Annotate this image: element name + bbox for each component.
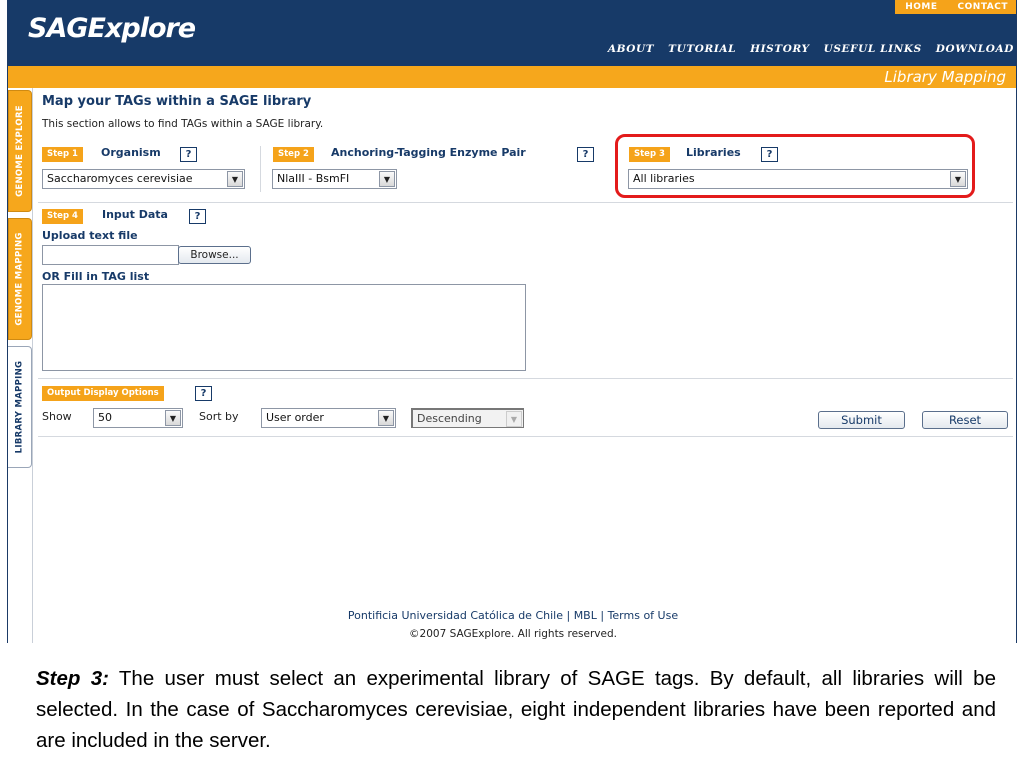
chevron-down-icon: ▼ — [506, 411, 522, 427]
chevron-down-icon: ▼ — [379, 171, 395, 187]
reset-button[interactable]: Reset — [922, 411, 1008, 429]
step4-badge: Step 4 — [42, 209, 83, 224]
input-data-label: Input Data — [102, 208, 168, 221]
enzyme-pair-select[interactable]: NlaIII - BsmFI ▼ — [272, 169, 397, 189]
browse-button[interactable]: Browse... — [178, 246, 251, 264]
footer-copyright: ©2007 SAGExplore. All rights reserved. — [409, 628, 617, 640]
tab-genome-explore-label: GENOME EXPLORE — [15, 105, 26, 197]
section-divider — [38, 202, 1013, 203]
input-data-help-icon[interactable]: ? — [189, 209, 206, 224]
show-label: Show — [42, 410, 72, 423]
output-options-badge: Output Display Options — [42, 386, 164, 401]
top-links: HOME CONTACT — [895, 0, 1016, 14]
caption-text: The user must select an experimental lib… — [36, 667, 996, 752]
organism-select[interactable]: Saccharomyces cerevisiae ▼ — [42, 169, 245, 189]
step1-badge: Step 1 — [42, 147, 83, 162]
chevron-down-icon: ▼ — [378, 410, 394, 426]
main-nav: ABOUT TUTORIAL HISTORY USEFUL LINKS DOWN… — [608, 43, 1014, 55]
section-divider — [38, 378, 1013, 379]
screenshot-frame: SAGExplore HOME CONTACT ABOUT TUTORIAL H… — [7, 0, 1017, 643]
sort-by-value: User order — [266, 411, 324, 424]
sort-order-select[interactable]: Descending ▼ — [411, 408, 524, 428]
chevron-down-icon: ▼ — [227, 171, 243, 187]
submit-button[interactable]: Submit — [818, 411, 905, 429]
contact-link[interactable]: CONTACT — [948, 0, 1016, 14]
tab-genome-mapping-label: GENOME MAPPING — [15, 232, 26, 326]
section-divider — [38, 436, 1013, 437]
enzyme-pair-select-value: NlaIII - BsmFI — [277, 172, 350, 185]
footer-link-terms[interactable]: Terms of Use — [608, 609, 679, 622]
site-logo[interactable]: SAGExplore — [28, 13, 196, 44]
page-title: Map your TAGs within a SAGE library — [42, 94, 312, 109]
footer-link-university[interactable]: Pontificia Universidad Católica de Chile — [348, 609, 563, 622]
home-link[interactable]: HOME — [895, 0, 947, 14]
step3-highlight-box — [615, 134, 975, 198]
tag-list-textarea[interactable] — [42, 284, 526, 371]
sort-order-value: Descending — [417, 412, 482, 425]
step2-badge: Step 2 — [273, 147, 314, 162]
nav-tutorial[interactable]: TUTORIAL — [668, 43, 736, 55]
tab-genome-mapping[interactable]: GENOME MAPPING — [8, 218, 32, 340]
nav-about[interactable]: ABOUT — [608, 43, 654, 55]
organism-label: Organism — [101, 146, 161, 159]
footer-links: Pontificia Universidad Católica de Chile… — [8, 609, 1016, 622]
fill-tag-label: OR Fill in TAG list — [42, 270, 150, 283]
sort-by-label: Sort by — [199, 410, 239, 423]
nav-download[interactable]: DOWNLOAD — [936, 43, 1014, 55]
site-header: SAGExplore HOME CONTACT ABOUT TUTORIAL H… — [8, 0, 1016, 66]
slide-caption: Step 3: The user must select an experime… — [36, 663, 996, 756]
organism-select-value: Saccharomyces cerevisiae — [47, 172, 193, 185]
show-count-value: 50 — [98, 411, 112, 424]
show-count-select[interactable]: 50 ▼ — [93, 408, 183, 428]
output-help-icon[interactable]: ? — [195, 386, 212, 401]
tab-strip-divider — [32, 88, 33, 643]
organism-help-icon[interactable]: ? — [180, 147, 197, 162]
enzyme-help-icon[interactable]: ? — [577, 147, 594, 162]
tab-library-mapping-label: LIBRARY MAPPING — [14, 360, 25, 454]
step-divider — [260, 146, 261, 192]
enzyme-pair-label: Anchoring-Tagging Enzyme Pair — [331, 146, 526, 159]
nav-history[interactable]: HISTORY — [750, 43, 809, 55]
sort-by-select[interactable]: User order ▼ — [261, 408, 396, 428]
footer-separator: | — [600, 609, 608, 622]
file-path-input[interactable] — [42, 245, 179, 265]
footer-link-mbl[interactable]: MBL — [574, 609, 597, 622]
tab-genome-explore[interactable]: GENOME EXPLORE — [8, 90, 32, 212]
chevron-down-icon: ▼ — [165, 410, 181, 426]
caption-lead: Step 3: — [36, 667, 109, 690]
section-bar — [8, 66, 1016, 88]
upload-label: Upload text file — [42, 229, 138, 242]
page-description: This section allows to find TAGs within … — [42, 118, 324, 130]
nav-useful-links[interactable]: USEFUL LINKS — [824, 43, 922, 55]
section-title: Library Mapping — [884, 68, 1006, 86]
footer-separator: | — [566, 609, 574, 622]
tab-library-mapping[interactable]: LIBRARY MAPPING — [8, 346, 32, 468]
